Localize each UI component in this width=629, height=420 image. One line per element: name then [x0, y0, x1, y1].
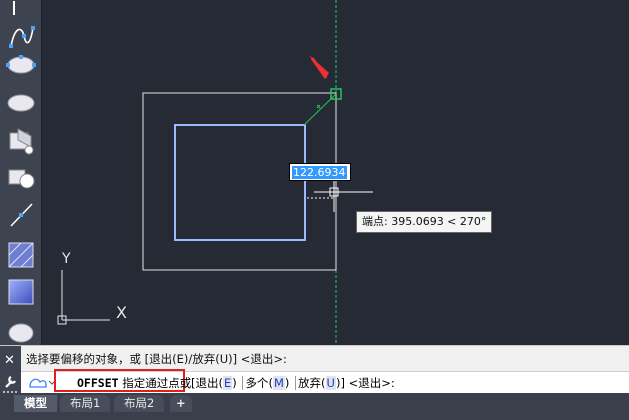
option-undo-key: U: [325, 376, 336, 390]
option-exit[interactable]: 退出(E): [196, 376, 237, 390]
region-icon[interactable]: [2, 312, 39, 346]
ellipse-arc-icon[interactable]: [2, 86, 39, 120]
option-undo-label: 放弃: [298, 376, 322, 390]
option-undo[interactable]: 放弃(U): [295, 376, 341, 390]
option-exit-label: 退出: [195, 376, 219, 390]
command-prompt-icon[interactable]: [27, 375, 55, 390]
layout-tabs: 模型 布局1 布局2 +: [0, 391, 629, 420]
command-name: OFFSET: [77, 376, 119, 390]
make-block-icon[interactable]: [2, 162, 39, 196]
midpoint-marker: [316, 104, 321, 109]
dynamic-input-field[interactable]: 122.6934: [289, 163, 351, 181]
option-multiple-key: M: [272, 376, 285, 390]
command-prompt-text: 指定通过点或: [122, 376, 192, 390]
wrench-icon[interactable]: [3, 374, 18, 389]
hatch-icon[interactable]: [2, 238, 39, 272]
option-multiple[interactable]: 多个(M): [242, 376, 290, 390]
command-window: ✕ 选择要偏移的对象，或 [退出(E)/放弃(U)] <退出>: OFFSET …: [0, 345, 629, 394]
ellipse-icon[interactable]: [2, 48, 39, 82]
tab-model[interactable]: 模型: [14, 395, 57, 412]
option-exit-key: E: [223, 376, 233, 390]
insert-block-icon[interactable]: [2, 124, 39, 158]
add-layout-button[interactable]: +: [170, 395, 192, 412]
selected-rectangle[interactable]: [174, 124, 306, 241]
tab-layout2[interactable]: 布局2: [114, 395, 165, 412]
selected-rectangle-highlight: [174, 124, 306, 241]
snap-tooltip: 端点: 395.0693 < 270°: [356, 211, 493, 233]
dynamic-input-value[interactable]: 122.6934: [292, 166, 347, 179]
red-arrow-shaft: [310, 57, 328, 79]
tab-layout1[interactable]: 布局1: [60, 395, 111, 412]
command-history-line: 选择要偏移的对象，或 [退出(E)/放弃(U)] <退出>:: [26, 352, 287, 366]
offset-rectangle: [142, 92, 337, 271]
ucs-x-label: X: [116, 303, 127, 322]
option-multiple-label: 多个: [245, 376, 269, 390]
command-options: [退出(E) 多个(M) 放弃(U)] <退出>:: [191, 375, 395, 391]
ucs-y-label: Y: [61, 251, 71, 267]
drawing-canvas[interactable]: Y X 122.6934 端点: 395.0693 < 270°: [42, 0, 629, 345]
close-icon[interactable]: ✕: [4, 353, 15, 368]
options-bracket-close: ]: [340, 376, 345, 390]
tool-palette: [0, 0, 42, 345]
command-window-gutter: ✕: [0, 346, 21, 394]
command-line[interactable]: OFFSET 指定通过点或 [退出(E) 多个(M) 放弃(U)] <退出>:: [21, 369, 629, 393]
point-icon[interactable]: [2, 198, 39, 232]
command-default-value: <退出>:: [348, 376, 395, 390]
gradient-icon[interactable]: [2, 275, 39, 309]
command-prompt: OFFSET 指定通过点或: [77, 375, 191, 391]
